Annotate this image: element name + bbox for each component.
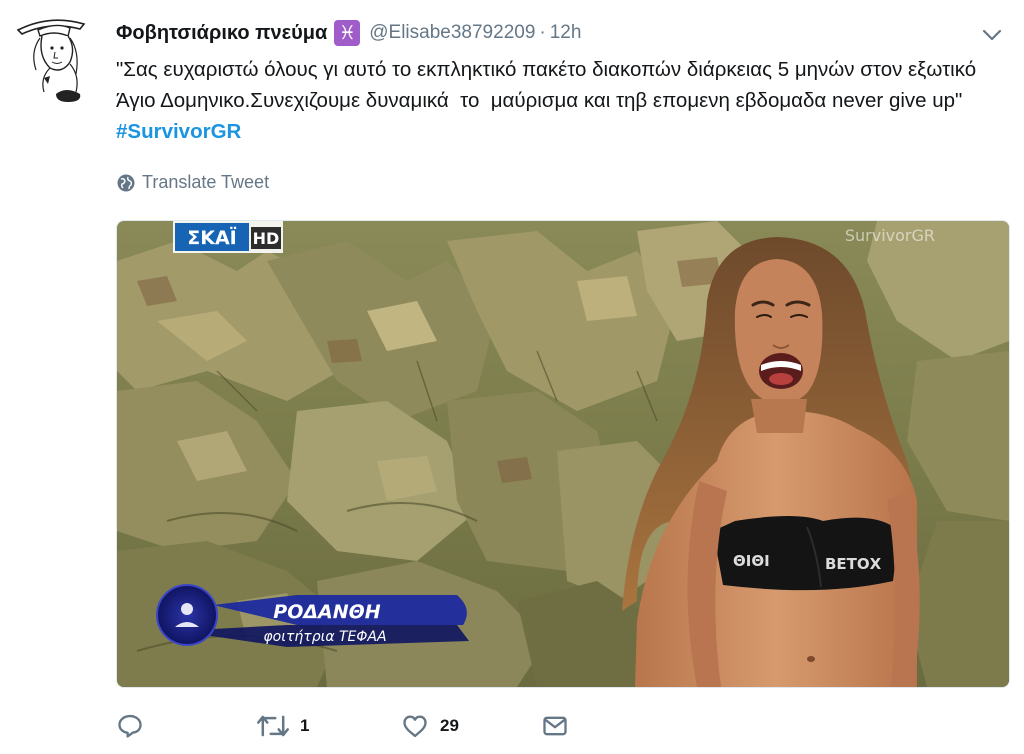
tweet-media-image[interactable]: ΘΙΘΙ ΒΕΤΟΧ ΣΚΑΪ HD SurvivorGR ΡΟΔΑΝΘΗ φο…: [116, 220, 1010, 688]
translate-label: Translate Tweet: [142, 172, 270, 192]
retweet-button[interactable]: 1: [256, 712, 309, 740]
chevron-down-icon: [982, 29, 1002, 41]
direct-message-button[interactable]: [540, 712, 580, 740]
globe-icon: [117, 174, 135, 191]
lower-third-name: ΡΟΔΑΝΘΗ: [273, 601, 381, 623]
author-handle[interactable]: @Elisabe38792209: [369, 22, 535, 44]
lower-third-subtitle: φοιτήτρια ΤΕΦΑΑ: [263, 629, 386, 645]
media-frame: ΘΙΘΙ ΒΕΤΟΧ ΣΚΑΪ HD SurvivorGR ΡΟΔΑΝΘΗ φο…: [117, 221, 1009, 687]
profile-sketch: [16, 19, 86, 102]
avatar[interactable]: [10, 12, 96, 104]
mail-icon: [543, 716, 567, 736]
translate-tweet-link[interactable]: Translate Tweet: [116, 172, 269, 193]
bikini-print-right: ΒΕΤΟΧ: [825, 555, 882, 573]
tweet-body-text: "Σας ευχαριστώ όλους γι αυτό το εκπληκτι…: [116, 58, 981, 112]
tweet-header: Φοβητσιάρικο πνεύμα ♓ @Elisabe38792209 ·…: [116, 18, 581, 48]
reply-icon: [118, 714, 142, 738]
tweet-timestamp[interactable]: 12h: [550, 22, 582, 44]
more-options-button[interactable]: [978, 22, 1006, 46]
pisces-icon: ♓: [334, 20, 361, 46]
channel-hd-text: HD: [253, 229, 280, 248]
channel-logo-text: ΣΚΑΪ: [187, 225, 236, 249]
bikini-print-left: ΘΙΘΙ: [733, 552, 770, 570]
author-display-name[interactable]: Φοβητσιάρικο πνεύμα: [116, 22, 327, 45]
hashtag-link[interactable]: #SurvivorGR: [116, 120, 241, 143]
channel-logo: ΣΚΑΪ HD: [173, 221, 283, 253]
separator-dot: ·: [539, 22, 546, 43]
retweet-count: 1: [300, 716, 310, 735]
retweet-icon: [257, 715, 289, 737]
watermark-text: SurvivorGR: [845, 226, 935, 245]
reply-button[interactable]: [116, 712, 154, 740]
like-count: 29: [440, 716, 459, 735]
heart-icon: [403, 715, 427, 738]
like-button[interactable]: 29: [400, 712, 459, 740]
tweet-text: "Σας ευχαριστώ όλους γι αυτό το εκπληκτι…: [116, 54, 996, 147]
